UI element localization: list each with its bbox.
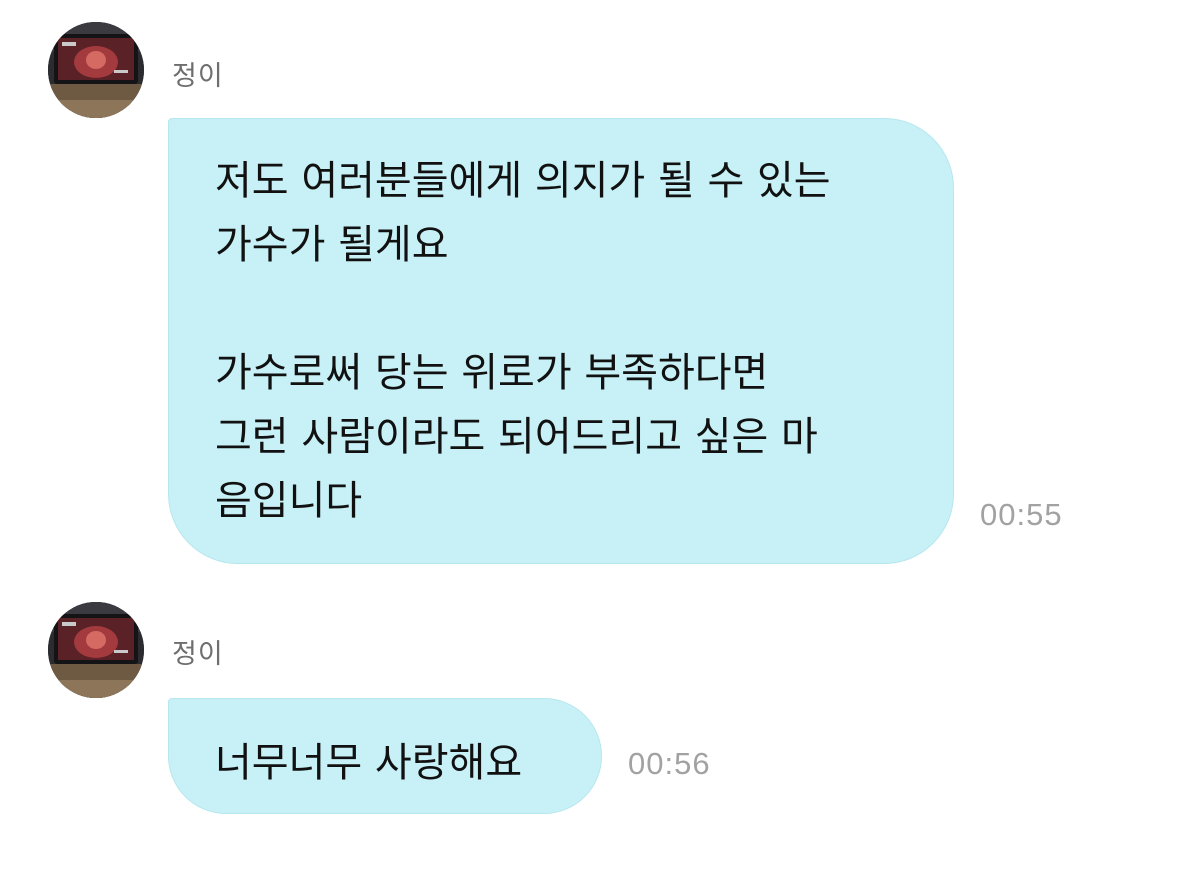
performer-photo-avatar-icon xyxy=(48,22,144,118)
message-timestamp: 00:55 xyxy=(980,497,1063,532)
message-text-line: 가수로써 당는 위로가 부족하다면 xyxy=(215,350,769,396)
message-bubble[interactable]: 저도 여러분들에게 의지가 될 수 있는 가수가 될게요 가수로써 당는 위로가… xyxy=(168,118,954,564)
message-text-line: 음입니다 xyxy=(215,478,363,524)
message-text-line: 그런 사람이라도 되어드리고 싶은 마 xyxy=(215,414,818,460)
sender-avatar[interactable] xyxy=(48,22,144,118)
message-bubble[interactable]: 너무너무 사랑해요 xyxy=(168,698,602,814)
message-text-line: 저도 여러분들에게 의지가 될 수 있는 xyxy=(215,158,831,204)
message-text-line: 너무너무 사랑해요 xyxy=(215,740,523,786)
message-text-line: 가수가 될게요 xyxy=(215,222,449,268)
performer-photo-avatar-icon xyxy=(48,602,144,698)
sender-avatar[interactable] xyxy=(48,602,144,698)
sender-name: 정이 xyxy=(172,639,224,670)
sender-name: 정이 xyxy=(172,61,224,92)
message-timestamp: 00:56 xyxy=(628,746,711,781)
